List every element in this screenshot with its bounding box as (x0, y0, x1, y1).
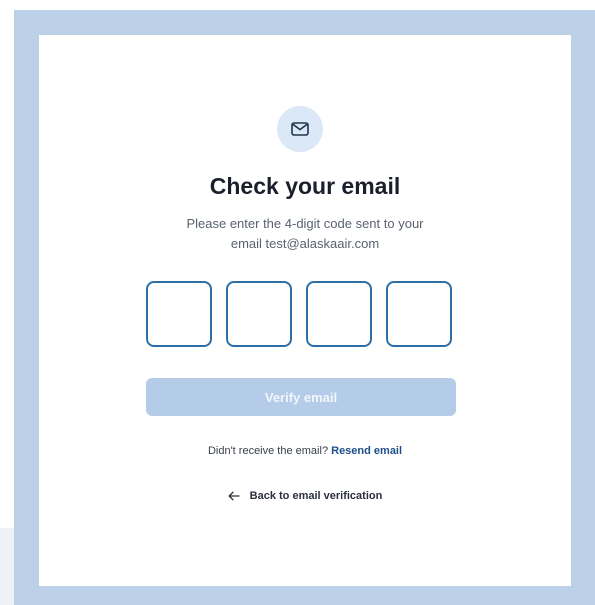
code-digit-input-1[interactable] (146, 281, 212, 347)
code-digit-input-3[interactable] (306, 281, 372, 347)
arrow-left-icon (228, 491, 240, 501)
instruction-line-1: Please enter the 4-digit code sent to yo… (186, 216, 424, 231)
code-digit-input-2[interactable] (226, 281, 292, 347)
mail-icon-badge (277, 106, 323, 152)
resend-prompt: Didn't receive the email? (207, 445, 329, 457)
verification-card: Check your email Please enter the 4-digi… (39, 35, 571, 586)
instruction-text: Please enter the 4-digit code sent to yo… (135, 214, 475, 254)
mail-icon (291, 122, 309, 136)
backdrop-shade (0, 528, 14, 605)
code-digit-input-4[interactable] (386, 281, 452, 347)
verify-email-button[interactable]: Verify email (146, 378, 456, 416)
page-title: Check your email (209, 173, 401, 199)
instruction-line-2: email test@alaskaair.com (230, 236, 380, 251)
resend-line: Didn't receive the email? Resend email (39, 445, 571, 457)
back-link-label: Back to email verification (249, 490, 383, 502)
back-to-email-verification-link[interactable]: Back to email verification (39, 490, 571, 502)
resend-email-link[interactable]: Resend email (331, 445, 402, 457)
